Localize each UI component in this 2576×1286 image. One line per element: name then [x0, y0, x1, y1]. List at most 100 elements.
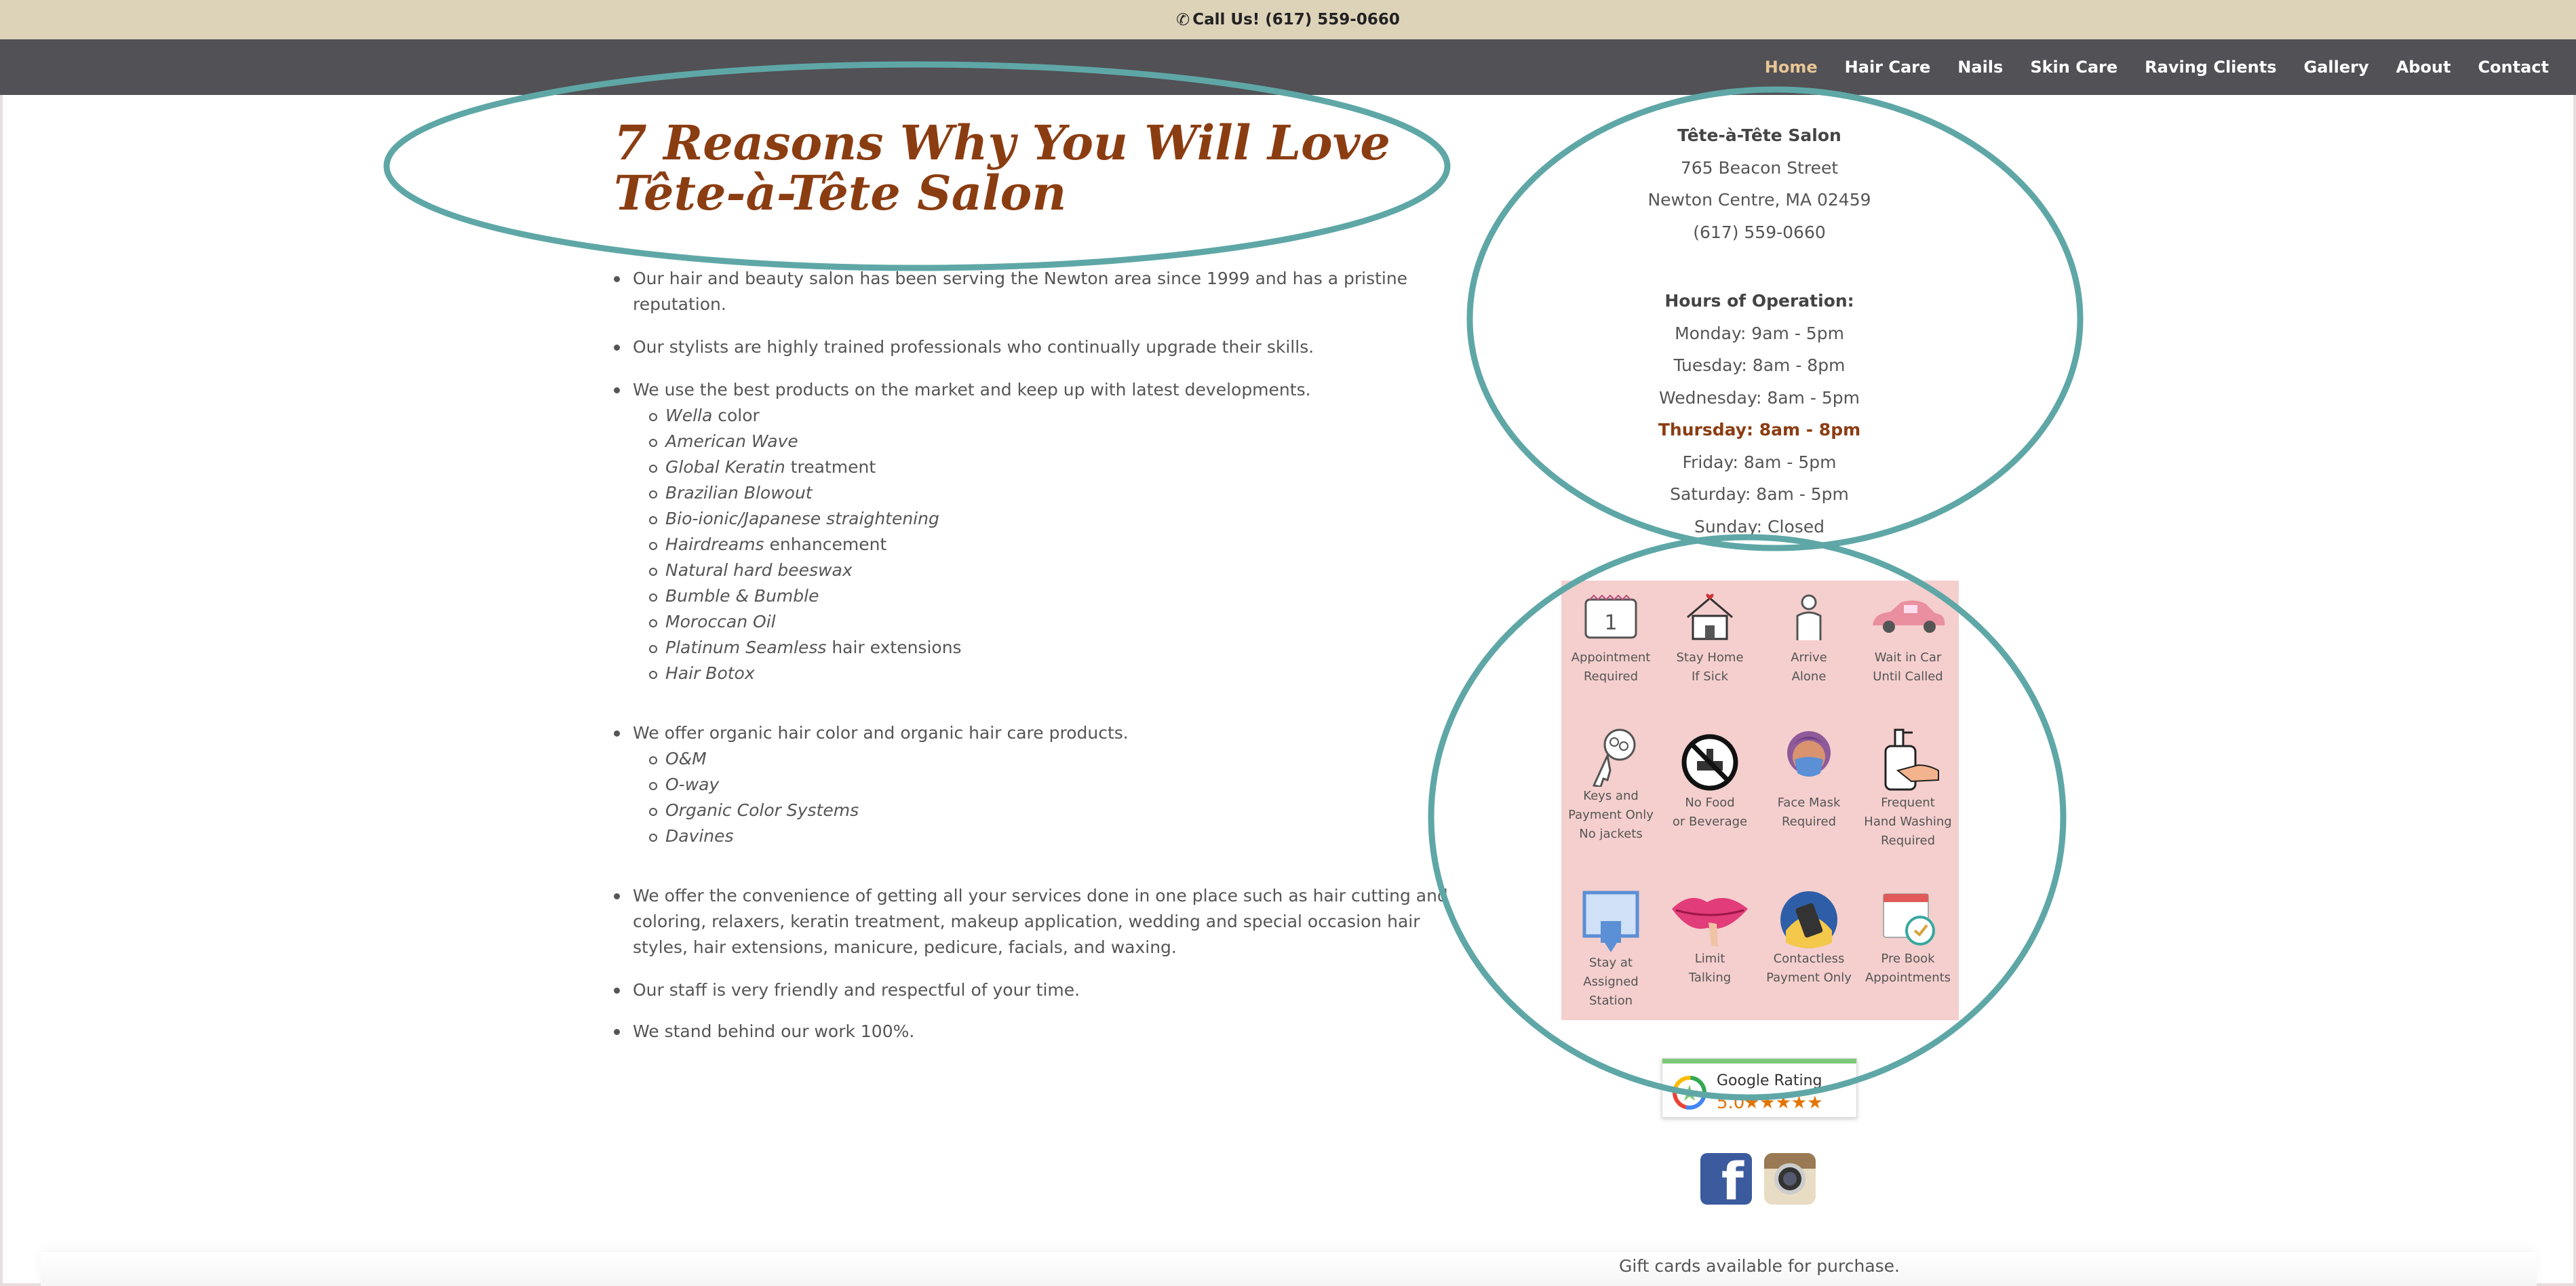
rule-label: Required — [1583, 669, 1639, 684]
google-logo-icon — [1673, 1076, 1706, 1110]
rule-label: Contactless — [1773, 952, 1845, 966]
page-title: 7 Reasons Why You Will Love Tête-à-Tête … — [614, 115, 1390, 221]
rule-appointment-required: 1 Appointment Required — [1561, 593, 1660, 686]
rule-contactless-payment: Contactless Payment Only — [1759, 889, 1858, 988]
hours-thursday-today: Thursday: 8am - 8pm — [1658, 420, 1861, 440]
rule-label: If Sick — [1691, 669, 1729, 684]
rule-label: Hand Washing — [1864, 815, 1952, 829]
rule-label: No jackets — [1579, 827, 1643, 841]
car-icon — [1873, 600, 1945, 633]
facebook-icon[interactable]: f — [1700, 1153, 1752, 1207]
product-suffix: hair extensions — [826, 638, 962, 657]
house-icon — [1687, 593, 1733, 640]
product-item: Platinum Seamless hair extensions — [649, 635, 1448, 661]
rule-no-food: No Food or Beverage — [1660, 726, 1759, 832]
product-item: Global Keratin treatment — [649, 454, 1448, 480]
rule-stay-home: Stay Home If Sick — [1660, 593, 1759, 686]
organic-product-list: O&M O-way Organic Color Systems Davines — [649, 746, 1448, 849]
nav-gallery[interactable]: Gallery — [2304, 58, 2369, 77]
no-food-icon — [1681, 734, 1738, 791]
hours-saturday: Saturday: 8am - 5pm — [1670, 484, 1849, 504]
hand-wash-icon — [1884, 728, 1939, 791]
product-brand: Brazilian Blowout — [665, 483, 813, 503]
rule-label: Appointment — [1571, 650, 1651, 665]
organic-item: Organic Color Systems — [649, 798, 1448, 823]
calendar-icon: 1 — [1584, 594, 1637, 639]
rule-label: Pre Book — [1881, 952, 1935, 966]
main-navigation-bar: Home Hair Care Nails Skin Care Raving Cl… — [0, 39, 2576, 95]
salon-city: Newton Centre, MA 02459 — [1647, 190, 1871, 210]
nav-about[interactable]: About — [2396, 58, 2451, 77]
reason-item: We offer the convenience of getting all … — [614, 883, 1448, 960]
rule-label: Stay Home — [1676, 650, 1744, 665]
nav-skin-care[interactable]: Skin Care — [2030, 58, 2118, 77]
hours-wednesday: Wednesday: 8am - 5pm — [1659, 387, 1860, 408]
product-brand: Natural hard beeswax — [665, 560, 853, 580]
product-brand: Hairdreams — [665, 534, 764, 554]
main-menu: Home Hair Care Nails Skin Care Raving Cl… — [1738, 39, 2549, 95]
reason-text: We use the best products on the market a… — [633, 380, 1311, 400]
rule-label: Appointments — [1865, 971, 1951, 985]
instagram-icon[interactable] — [1764, 1153, 1816, 1205]
hours-heading: Hours of Operation: — [1664, 291, 1854, 311]
rule-pre-book: Pre Book Appointments — [1858, 889, 1957, 988]
product-list: Wella color American Wave Global Keratin… — [649, 403, 1448, 686]
reason-item: Our hair and beauty salon has been servi… — [614, 266, 1448, 317]
rule-label: Payment Only — [1568, 808, 1654, 822]
product-brand: Platinum Seamless — [665, 638, 827, 657]
google-rating-accent-bar — [1662, 1059, 1856, 1064]
product-item: Natural hard beeswax — [649, 558, 1448, 583]
product-item: Wella color — [649, 403, 1448, 429]
rule-wait-in-car: Wait in Car Until Called — [1858, 593, 1957, 686]
rule-keys-and-payment: Keys and Payment Only No jackets — [1561, 726, 1660, 844]
hours-friday: Friday: 8am - 5pm — [1682, 452, 1837, 472]
rule-label: No Food — [1685, 796, 1735, 810]
product-item: Brazilian Blowout — [649, 480, 1448, 506]
reason-item: We stand behind our work 100%. — [614, 1019, 1448, 1045]
product-item: Hairdreams enhancement — [649, 532, 1448, 558]
call-us-text[interactable]: Call Us! (617) 559-0660 — [1192, 11, 1400, 28]
product-brand: Wella — [665, 406, 713, 425]
nav-raving-clients[interactable]: Raving Clients — [2145, 58, 2276, 77]
top-contact-bar: ✆ Call Us! (617) 559-0660 — [0, 0, 2576, 39]
product-suffix: enhancement — [764, 534, 887, 554]
rule-label: Talking — [1688, 971, 1732, 985]
product-brand: Moroccan Oil — [665, 612, 776, 631]
reason-text: We offer organic hair color and organic … — [633, 723, 1129, 743]
card-icon — [1780, 891, 1837, 948]
nav-contact[interactable]: Contact — [2478, 58, 2549, 77]
nav-home[interactable]: Home — [1765, 58, 1818, 77]
product-item: Bio-ionic/Japanese straightening — [649, 506, 1448, 532]
rule-label: Required — [1880, 834, 1936, 848]
keys-icon — [1592, 728, 1636, 787]
google-rating-badge[interactable]: Google Rating 5.0 ★★★★★ — [1662, 1058, 1857, 1118]
organic-item: O-way — [649, 772, 1448, 798]
reason-item: We use the best products on the market a… — [614, 377, 1448, 686]
rule-hand-washing: Frequent Hand Washing Required — [1858, 726, 1957, 851]
hours-monday: Monday: 9am - 5pm — [1675, 323, 1844, 343]
calendar-clock-icon — [1883, 893, 1935, 946]
salon-phone[interactable]: (617) 559-0660 — [1560, 216, 1959, 249]
rule-label: Payment Only — [1766, 971, 1852, 985]
rule-label: Face Mask — [1777, 796, 1841, 810]
person-icon — [1796, 594, 1822, 640]
reason-item: We offer organic hair color and organic … — [614, 720, 1448, 849]
product-suffix: color — [712, 406, 760, 425]
product-item: American Wave — [649, 429, 1448, 454]
social-links: f — [1700, 1153, 1816, 1207]
nav-hair-care[interactable]: Hair Care — [1845, 58, 1931, 77]
lips-icon — [1672, 897, 1748, 947]
rule-label: Stay at Assigned — [1583, 956, 1639, 989]
gift-card-note: Gift cards available for purchase. — [1619, 1256, 1900, 1276]
rule-face-mask: Face Mask Required — [1759, 726, 1858, 832]
rule-label: Until Called — [1873, 669, 1943, 684]
nav-nails[interactable]: Nails — [1957, 58, 2003, 77]
product-item: Moroccan Oil — [649, 609, 1448, 635]
reasons-bullets: Our hair and beauty salon has been servi… — [614, 266, 1448, 1045]
rating-stars-icon: ★★★★★ — [1744, 1093, 1823, 1113]
station-icon — [1582, 891, 1639, 952]
reason-item: Our stylists are highly trained professi… — [614, 334, 1448, 360]
product-suffix: treatment — [785, 457, 876, 477]
product-item: Bumble & Bumble — [649, 583, 1448, 609]
rule-label: Station — [1589, 994, 1633, 1008]
